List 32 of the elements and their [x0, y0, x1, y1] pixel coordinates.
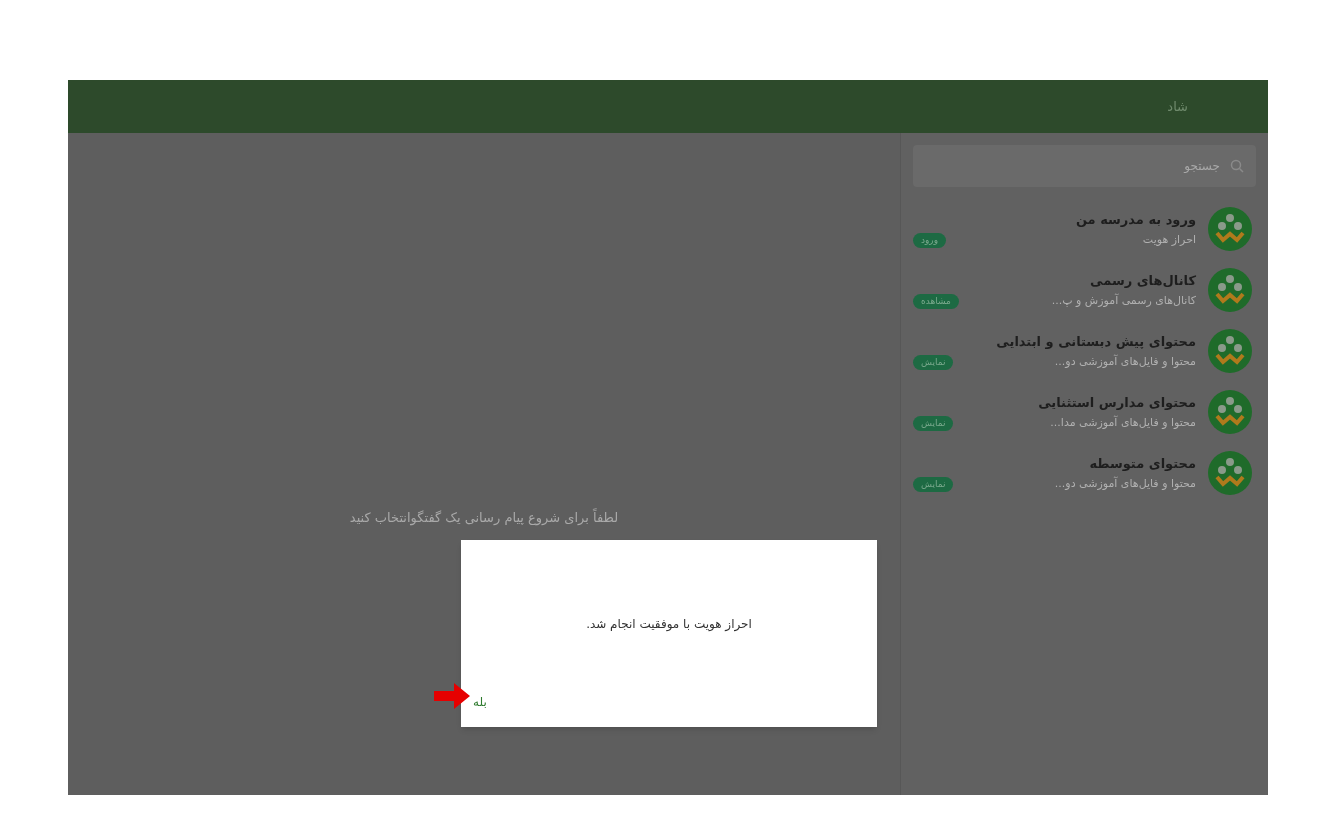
- empty-chat-message: لطفاً برای شروع پیام رسانی یک گفتگوانتخاب کنید: [349, 508, 619, 528]
- chat-name: کانال‌های رسمی: [1089, 271, 1196, 290]
- channel-logo-icon: [1208, 207, 1252, 251]
- chat-preview: محتوا و فایل‌های آموزشی دو...: [1054, 476, 1196, 492]
- chat-list-item[interactable]: محتوای متوسطه محتوا و فایل‌های آموزشی دو... نمایش: [913, 451, 1256, 495]
- chat-list-item[interactable]: ورود به مدرسه من احراز هویت ورود: [913, 207, 1256, 251]
- chat-name: محتوای متوسطه: [1088, 454, 1196, 473]
- channel-logo-icon: [1208, 329, 1252, 373]
- chat-tag: مشاهده: [913, 293, 959, 309]
- search-field[interactable]: جستجو: [913, 145, 1256, 187]
- chat-tag: نمایش: [913, 415, 954, 431]
- chat-name: محتوای پیش دبستانی و ابتدایی: [995, 332, 1196, 351]
- chat-preview: محتوا و فایل‌های آموزشی مدا...: [1050, 415, 1196, 431]
- channel-logo-icon: [1208, 268, 1252, 312]
- chat-tag: نمایش: [913, 354, 954, 370]
- app-title: شاد: [1167, 97, 1189, 116]
- channel-logo-icon: [1208, 451, 1252, 495]
- chat-tag: ورود: [913, 232, 947, 248]
- dialog-message: احراز هویت با موفقیت انجام شد.: [585, 616, 753, 633]
- search-icon: [1230, 159, 1244, 173]
- channel-logo-icon: [1208, 390, 1252, 434]
- chat-preview: محتوا و فایل‌های آموزشی دو...: [1054, 354, 1196, 370]
- chat-name: ورود به مدرسه من: [1074, 210, 1196, 229]
- chat-preview: احراز هویت: [1142, 232, 1196, 248]
- arrow-icon: [434, 683, 470, 709]
- chat-list-item[interactable]: محتوای مدارس استثنایی محتوا و فایل‌های آموزشی مدا... نمایش: [913, 390, 1256, 434]
- chat-list-item[interactable]: کانال‌های رسمی کانال‌های رسمی آموزش و پ... مشاهده: [913, 268, 1256, 312]
- chat-preview: کانال‌های رسمی آموزش و پ...: [1051, 293, 1196, 309]
- chat-list-item[interactable]: محتوای پیش دبستانی و ابتدایی محتوا و فایل‌های آموزشی دو... نمایش: [913, 329, 1256, 373]
- chat-tag: نمایش: [913, 476, 954, 492]
- chat-name: محتوای مدارس استثنایی: [1037, 393, 1196, 412]
- confirm-button[interactable]: بله: [469, 693, 491, 711]
